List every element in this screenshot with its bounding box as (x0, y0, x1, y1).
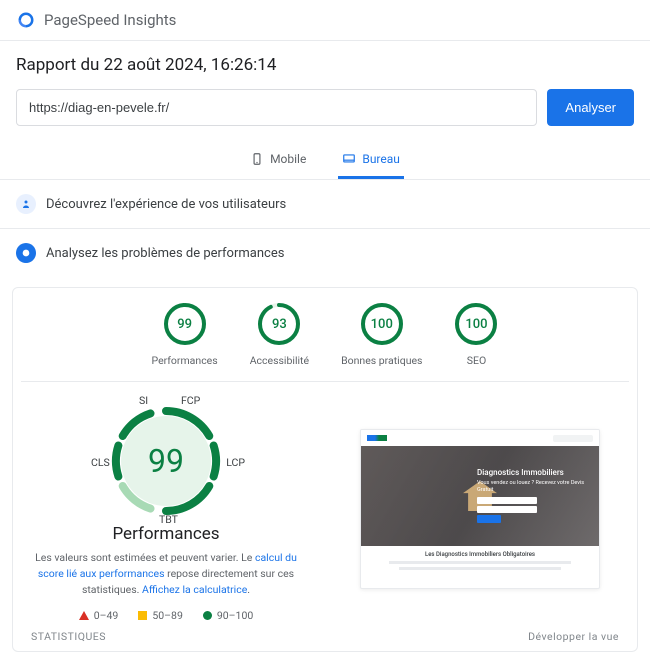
disclaimer-text: Les valeurs sont estimées et peuvent var… (29, 550, 303, 597)
app-header: PageSpeed Insights (0, 0, 650, 41)
legend-mid: 50–89 (138, 609, 183, 622)
legend-bad: 0–49 (79, 609, 119, 622)
report-title: Rapport du 22 août 2024, 16:26:14 (16, 55, 634, 75)
url-input[interactable] (16, 89, 537, 126)
analyze-button[interactable]: Analyser (547, 89, 634, 126)
product-name: PageSpeed Insights (44, 11, 176, 29)
section-users-title: Découvrez l'expérience de vos utilisateu… (46, 197, 286, 212)
metric-cls: CLS (91, 456, 110, 469)
score-best-practices[interactable]: 100 Bonnes pratiques (341, 302, 422, 367)
circle-icon (203, 611, 212, 620)
score-seo[interactable]: 100 SEO (454, 302, 498, 367)
metric-si: SI (139, 394, 148, 407)
category-scores: 99 Performances 93 Accessibilité 100 Bon… (21, 302, 629, 367)
mobile-icon (250, 152, 264, 166)
metric-tbt: TBT (159, 513, 178, 526)
metric-lcp: LCP (226, 456, 245, 469)
score-performance[interactable]: 99 Performances (152, 302, 218, 367)
legend-good: 90–100 (203, 609, 253, 622)
pagespeed-logo-icon (16, 10, 36, 30)
tab-mobile[interactable]: Mobile (246, 144, 310, 179)
performance-gauge-column: 99 SI FCP LCP CLS TBT Performances Les v… (21, 396, 311, 622)
calculator-link[interactable]: Affichez la calculatrice (142, 583, 247, 596)
users-icon (16, 194, 36, 214)
performance-gauge: 99 SI FCP LCP CLS TBT (81, 396, 251, 526)
diagnose-icon (16, 243, 36, 263)
page-screenshot: Diagnostics Immobiliers Vous vendez ou l… (331, 396, 629, 622)
stats-row: STATISTIQUES Développer la vue (21, 622, 629, 643)
tab-desktop[interactable]: Bureau (338, 144, 404, 179)
performance-detail: 99 SI FCP LCP CLS TBT Performances Les v… (21, 396, 629, 622)
url-row: Analyser (16, 89, 634, 126)
metric-fcp: FCP (181, 394, 200, 407)
expand-view-button[interactable]: Développer la vue (528, 630, 619, 643)
gauge-name: Performances (21, 524, 311, 544)
report-section: Rapport du 22 août 2024, 16:26:14 Analys… (0, 41, 650, 126)
section-diagnose-title: Analysez les problèmes de performances (46, 246, 284, 261)
tab-desktop-label: Bureau (362, 152, 400, 166)
square-icon (138, 611, 147, 620)
stats-label: STATISTIQUES (31, 630, 106, 643)
score-accessibility[interactable]: 93 Accessibilité (250, 302, 309, 367)
lighthouse-panel: 99 Performances 93 Accessibilité 100 Bon… (12, 287, 638, 652)
desktop-icon (342, 152, 356, 166)
score-legend: 0–49 50–89 90–100 (21, 609, 311, 622)
device-tabs: Mobile Bureau (0, 144, 650, 180)
triangle-icon (79, 611, 89, 620)
section-user-experience: Découvrez l'expérience de vos utilisateu… (0, 180, 650, 229)
section-diagnose: Analysez les problèmes de performances (0, 229, 650, 277)
screenshot-thumbnail: Diagnostics Immobiliers Vous vendez ou l… (360, 429, 600, 589)
divider (21, 381, 629, 382)
tab-mobile-label: Mobile (270, 152, 306, 166)
